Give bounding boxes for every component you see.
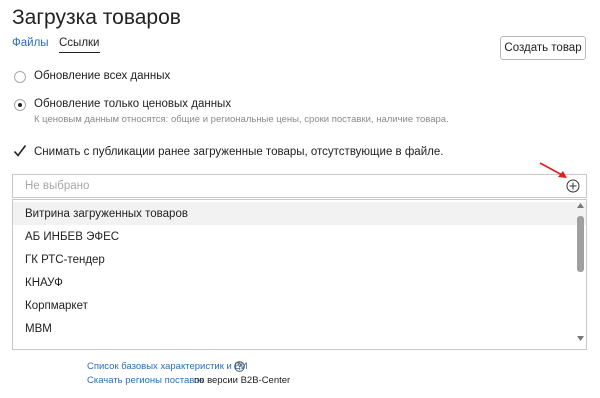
create-product-button[interactable]: Создать товар (500, 36, 586, 60)
characteristics-link[interactable]: Список базовых характеристик и ЕИ (87, 361, 248, 372)
prices-hint: К ценовым данным относятся: общие и реги… (34, 114, 449, 125)
scrollbar-thumb[interactable] (577, 216, 584, 272)
checkmark-icon[interactable] (13, 144, 27, 158)
list-item[interactable]: Витрина загруженных товаров (25, 208, 188, 220)
question-circle-icon[interactable] (234, 361, 245, 372)
download-regions-link[interactable]: Скачать регионы поставок (87, 375, 204, 386)
list-item[interactable]: КНАУФ (25, 277, 63, 289)
list-item[interactable]: ГК РТС-тендер (25, 254, 105, 266)
tab-links[interactable]: Ссылки (59, 37, 100, 53)
supplier-dropdown-list: Витрина загруженных товаров АБ ИНБЕВ ЭФЕ… (12, 199, 587, 350)
list-item[interactable]: Корпмаркет (25, 300, 88, 312)
regions-version-text: по версии B2B-Center (194, 375, 291, 386)
supplier-select[interactable] (12, 174, 587, 198)
tab-files[interactable]: Файлы (12, 37, 49, 49)
radio-prices-only-label: Обновление только ценовых данных (34, 98, 232, 110)
select-placeholder: Не выбрано (25, 180, 90, 192)
list-item[interactable]: МВМ (25, 323, 52, 335)
radio-prices-only[interactable] (14, 99, 26, 111)
radio-all-data-label: Обновление всех данных (34, 70, 171, 82)
page-title: Загрузка товаров (12, 6, 181, 29)
list-item[interactable]: АБ ИНБЕВ ЭФЕС (25, 231, 119, 243)
red-arrow-icon (539, 162, 567, 178)
radio-all-data[interactable] (14, 71, 26, 83)
unpublish-checkbox-label: Снимать с публикации ранее загруженные т… (34, 146, 444, 158)
scroll-up-icon[interactable] (577, 203, 584, 208)
scroll-down-icon[interactable] (577, 336, 584, 341)
